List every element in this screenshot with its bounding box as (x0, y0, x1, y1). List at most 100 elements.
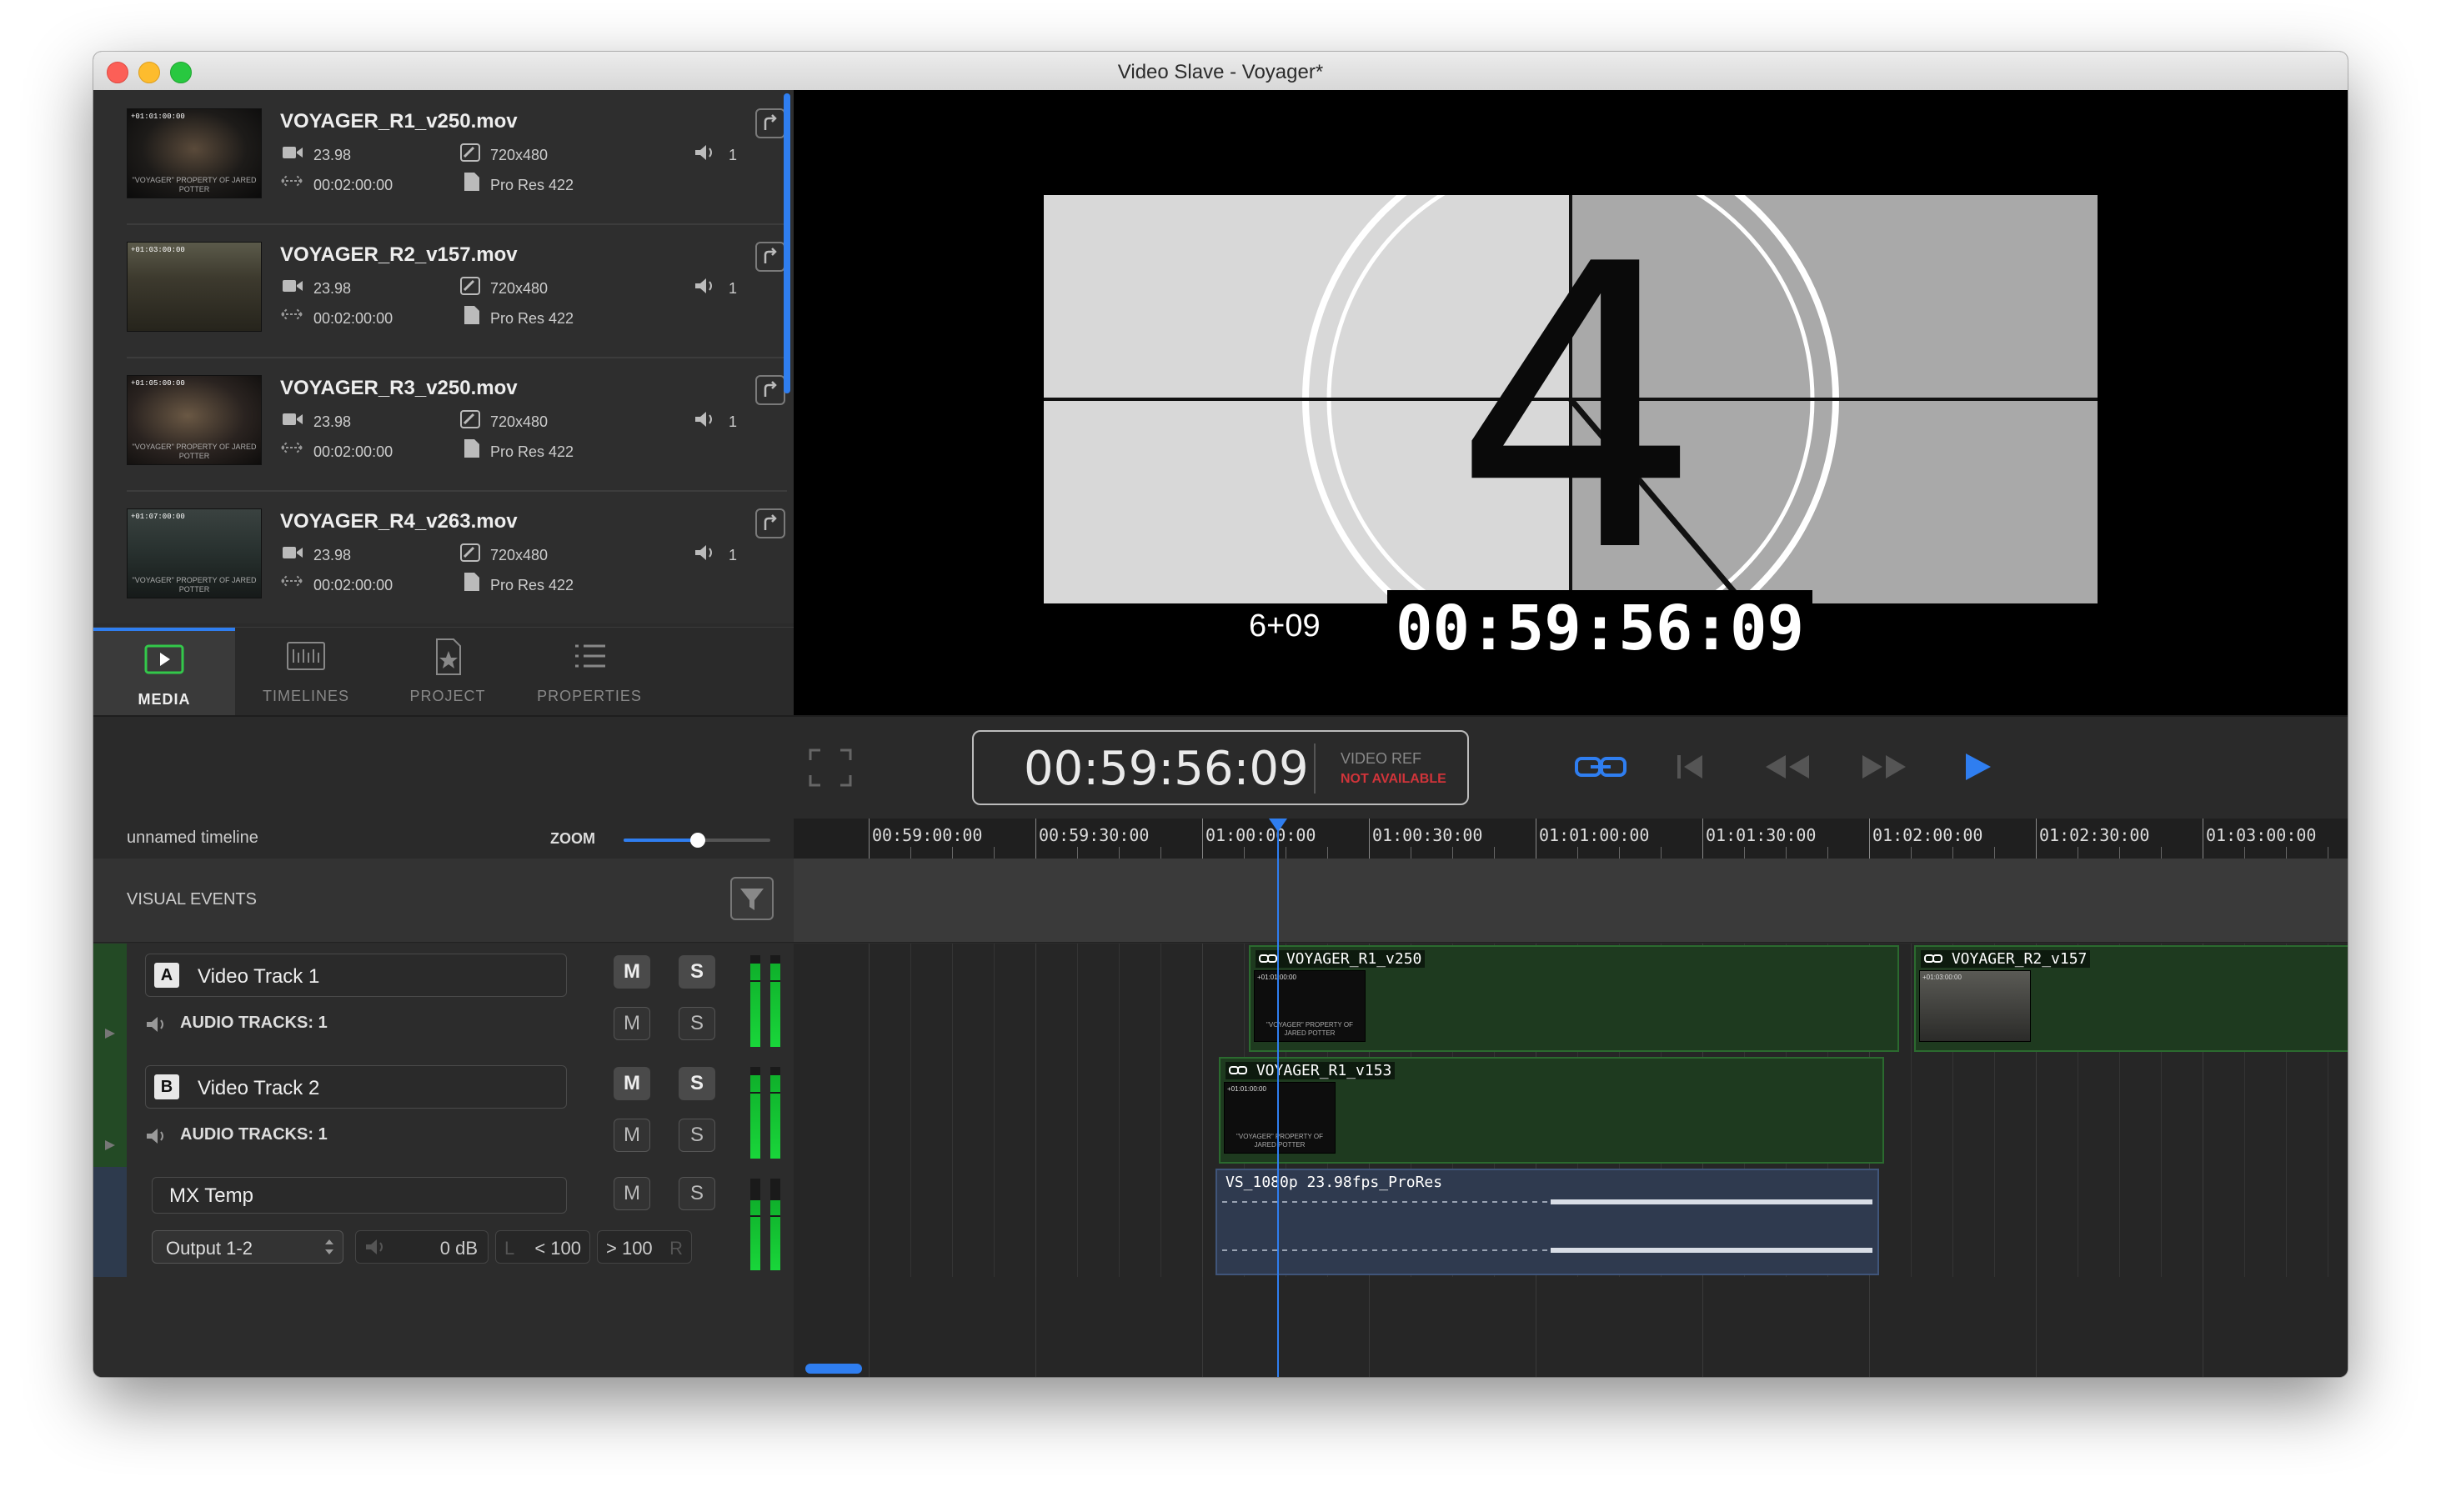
lane-gridline (1077, 1055, 1078, 1167)
ruler-tick-label: 01:01:00:00 (1539, 825, 1650, 845)
track-lane-video-2[interactable]: +01:01:00:00 "VOYAGER" PROPERTY OF JARED… (794, 1055, 2348, 1168)
reveal-media-button[interactable] (755, 242, 785, 272)
tab-label: PROPERTIES (537, 688, 642, 704)
ruler-tick-label: 00:59:30:00 (1039, 825, 1150, 845)
mute-button[interactable]: M (614, 955, 650, 989)
reveal-media-button[interactable] (755, 508, 785, 538)
lane-gridline (1202, 944, 1203, 1055)
media-item[interactable]: +01:03:00:00 VOYAGER_R2_v157.mov 23.98 7… (127, 223, 787, 358)
rewind-icon[interactable] (1762, 752, 1812, 782)
fullscreen-icon[interactable] (807, 747, 854, 789)
reveal-media-button[interactable] (755, 108, 785, 138)
media-item[interactable]: +01:05:00:00 "VOYAGER" PROPERTY OF JARED… (127, 357, 787, 492)
audio-clip[interactable]: VS_1080p 23.98fps_ProRes (1215, 1169, 1879, 1275)
track-lane-video-1[interactable]: +01:01:00:00 "VOYAGER" PROPERTY OF JARED… (794, 944, 2348, 1056)
speaker-icon (695, 145, 712, 160)
lane-gridline (1994, 1055, 1995, 1167)
video-clip[interactable]: +01:03:00:00 VOYAGER_R2_v157 (1914, 945, 2348, 1052)
output-select[interactable]: Output 1-2 (152, 1230, 343, 1264)
expand-triangle-icon[interactable] (103, 1027, 117, 1040)
video-clip[interactable]: +01:01:00:00 "VOYAGER" PROPERTY OF JARED… (1249, 945, 1899, 1052)
resolution-icon (460, 543, 480, 562)
filter-button[interactable] (730, 877, 774, 920)
timecode-divider (1314, 743, 1316, 794)
ruler-major-tick (1202, 819, 1203, 859)
timeline-horizontal-scrollbar[interactable] (805, 1364, 862, 1374)
ruler-minor-tick (952, 847, 953, 859)
filter-funnel-icon (740, 889, 764, 910)
solo-button[interactable]: S (679, 1177, 715, 1210)
track-letter-badge: B (154, 1074, 179, 1099)
pan-right-value: > 100 (606, 1238, 653, 1259)
tab-properties[interactable]: PROPERTIES (519, 628, 660, 718)
mute-button[interactable]: M (614, 1067, 650, 1100)
lane-gridline (1035, 1055, 1036, 1167)
mute-button[interactable]: M (614, 1177, 650, 1210)
audio-tracks-count: 1 (318, 1014, 328, 1032)
playhead-line[interactable] (1277, 820, 1279, 1377)
tab-timelines[interactable]: TIMELINES (235, 628, 377, 718)
gain-value: 0 dB (439, 1238, 478, 1259)
pan-right-letter: R (669, 1238, 683, 1259)
pan-right-field[interactable]: > 100 R (597, 1230, 692, 1264)
audio-mute-button[interactable]: M (614, 1007, 650, 1040)
media-item[interactable]: +01:01:00:00 "VOYAGER" PROPERTY OF JARED… (127, 90, 787, 225)
gain-field[interactable]: 0 dB (355, 1230, 489, 1264)
track-name-field[interactable]: A Video Track 1 (145, 954, 567, 997)
media-codec: Pro Res 422 (490, 577, 574, 593)
media-thumbnail: +01:03:00:00 (127, 242, 262, 332)
audio-tracks-label: AUDIO TRACKS: 1 (180, 1014, 328, 1033)
solo-button[interactable]: S (679, 955, 715, 989)
media-list-scrollbar[interactable] (784, 93, 790, 393)
ruler-minor-tick (1494, 847, 1495, 859)
media-codec: Pro Res 422 (490, 177, 574, 193)
zoom-slider-fill (624, 839, 697, 842)
pan-left-field[interactable]: L < 100 (495, 1230, 590, 1264)
skip-to-start-icon[interactable] (1674, 752, 1707, 782)
expand-triangle-icon[interactable] (103, 1139, 117, 1152)
ruler-tick-label: 01:00:00:00 (1205, 825, 1316, 845)
timecode-display[interactable]: 00:59:56:09 VIDEO REF NOT AVAILABLE (972, 730, 1469, 805)
tab-project[interactable]: PROJECT (377, 628, 519, 718)
clip-thumbnail: +01:01:00:00 "VOYAGER" PROPERTY OF JARED… (1254, 970, 1366, 1042)
ruler-minor-tick (1827, 847, 1828, 859)
timeline-name[interactable]: unnamed timeline (127, 829, 258, 848)
track-header-video-1: A Video Track 1 AUDIO TRACKS: 1 M S M S (93, 944, 794, 1056)
lane-gridline (2036, 1055, 2037, 1167)
duration-icon (281, 175, 303, 187)
lane-gridline (2244, 1167, 2245, 1279)
solo-button[interactable]: S (679, 1067, 715, 1100)
media-duration: 00:02:00:00 (313, 577, 393, 593)
track-lane-audio-mx[interactable]: VS_1080p 23.98fps_ProRes (794, 1167, 2348, 1279)
ruler-major-tick (1369, 819, 1370, 859)
play-icon[interactable] (1961, 750, 1994, 784)
duration-icon (281, 442, 303, 453)
audio-solo-button[interactable]: S (679, 1007, 715, 1040)
timeline-ruler[interactable]: 00:59:00:00 00:59:30:00 01:00:00:00 01:00:3… (794, 819, 2348, 859)
lane-gridline (1035, 944, 1036, 1055)
ruler-minor-tick (2244, 847, 2245, 859)
media-thumbnail: +01:05:00:00 "VOYAGER" PROPERTY OF JARED… (127, 375, 262, 465)
reveal-media-button[interactable] (755, 375, 785, 405)
tab-media[interactable]: MEDIA (93, 628, 235, 718)
media-item[interactable]: +01:07:00:00 "VOYAGER" PROPERTY OF JARED… (127, 490, 787, 623)
lane-gridline (952, 1167, 953, 1279)
link-sync-icon[interactable] (1574, 753, 1627, 782)
media-thumbnail: +01:07:00:00 "VOYAGER" PROPERTY OF JARED… (127, 508, 262, 598)
track-name-field[interactable]: MX Temp (152, 1177, 567, 1214)
ruler-minor-tick (1244, 847, 1245, 859)
track-name-field[interactable]: B Video Track 2 (145, 1065, 567, 1109)
video-clip[interactable]: +01:01:00:00 "VOYAGER" PROPERTY OF JARED… (1219, 1057, 1884, 1164)
audio-solo-button[interactable]: S (679, 1119, 715, 1152)
audio-mute-button[interactable]: M (614, 1119, 650, 1152)
lane-gridline (2244, 1055, 2245, 1167)
visual-events-lane[interactable] (794, 859, 2348, 943)
file-icon (464, 439, 479, 458)
zoom-slider[interactable] (624, 833, 770, 848)
ruler-minor-tick (1077, 847, 1078, 859)
speaker-icon (695, 545, 712, 560)
media-filename: VOYAGER_R3_v250.mov (280, 377, 518, 399)
video-camera-icon (283, 413, 303, 425)
fast-forward-icon[interactable] (1859, 752, 1909, 782)
zoom-slider-knob[interactable] (690, 833, 705, 848)
